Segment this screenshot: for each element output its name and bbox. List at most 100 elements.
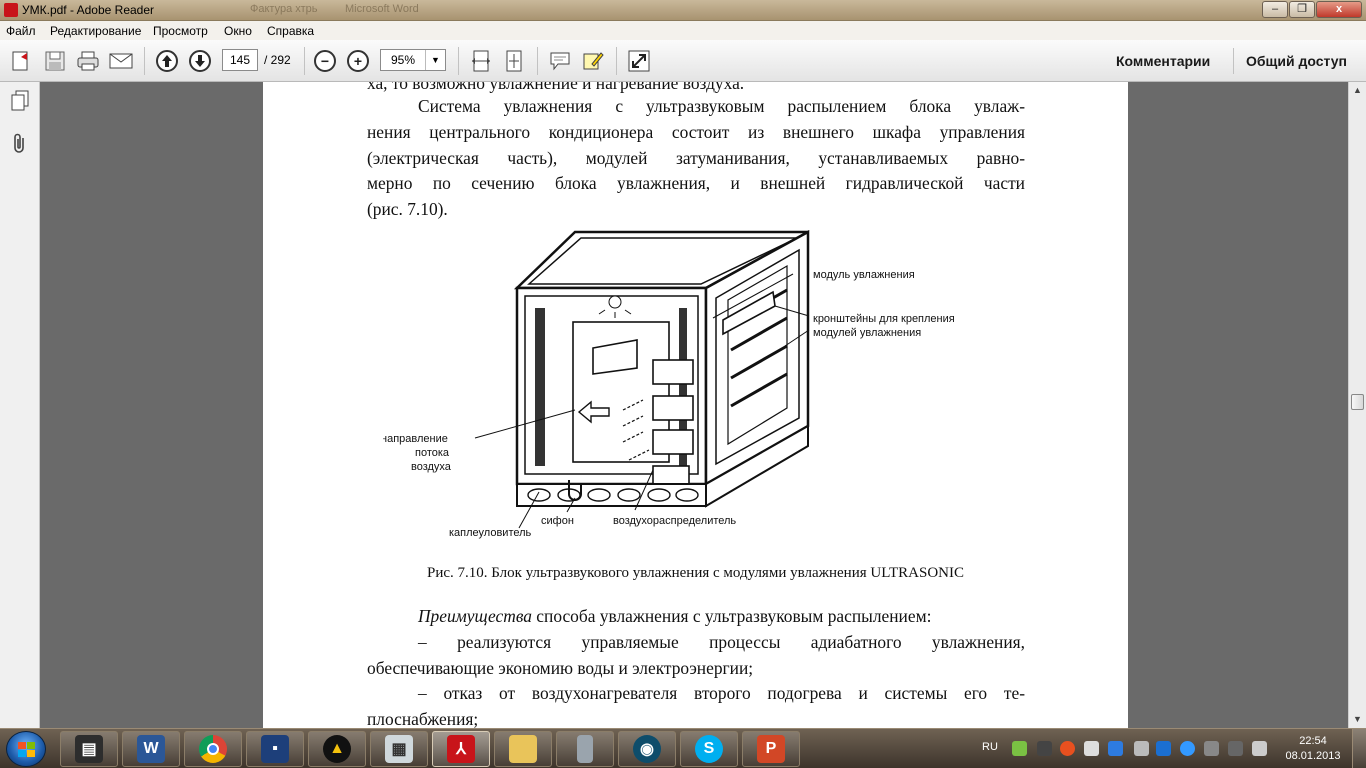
fit-page-icon[interactable] [501, 48, 527, 74]
arrow-down-icon [189, 50, 211, 72]
comments-button[interactable]: Комментарии [1116, 53, 1210, 69]
bullet-line: – отказ от воздухонагревателя второго по… [418, 683, 1025, 703]
toolbar: 145 / 292 − + 95% ▼ Комментарии Общий до… [0, 40, 1366, 82]
zoom-value: 95% [390, 53, 416, 67]
windows-logo-icon [18, 742, 35, 757]
printer-icon: ▤ [75, 735, 103, 763]
menu-help[interactable]: Справка [267, 24, 314, 38]
start-button[interactable] [6, 731, 46, 767]
taskbar-adobe-reader[interactable]: ⅄ [432, 731, 490, 767]
taskbar-word[interactable]: W [122, 731, 180, 767]
next-page-button[interactable] [187, 48, 213, 74]
label-air-flow-direction: воздуха [411, 461, 452, 473]
taskbar-calculator[interactable]: ▦ [370, 731, 428, 767]
chrome-icon [199, 735, 227, 763]
menu-edit[interactable]: Редактирование [50, 24, 141, 38]
comment-note-icon[interactable] [547, 48, 573, 74]
create-pdf-icon[interactable] [8, 48, 34, 74]
bullet-line: – реализуются управляемые процессы адиаб… [418, 632, 1025, 652]
minimize-button[interactable]: – [1262, 1, 1288, 18]
advantages-italic: Преимущества [418, 606, 532, 626]
taskbar-folder[interactable] [494, 731, 552, 767]
print-icon[interactable] [75, 48, 101, 74]
bluetooth-icon[interactable] [1180, 741, 1195, 756]
page-number-input[interactable]: 145 [222, 49, 258, 71]
show-desktop-button[interactable] [1352, 729, 1366, 768]
taskbar-phone[interactable] [556, 731, 614, 767]
share-button[interactable]: Общий доступ [1246, 53, 1347, 69]
tray-app-icon[interactable] [1084, 741, 1099, 756]
background-window-title: Microsoft Word [345, 3, 419, 15]
toolbar-separator [616, 47, 617, 75]
zoom-out-button[interactable]: − [312, 48, 338, 74]
signal-icon[interactable] [1228, 741, 1243, 756]
zoom-select[interactable]: 95% ▼ [380, 49, 446, 71]
window-title: УМК.pdf - Adobe Reader [22, 3, 155, 17]
taskbar-powerpoint[interactable]: P [742, 731, 800, 767]
maximize-button[interactable]: ❐ [1289, 1, 1315, 18]
toolbar-separator [458, 47, 459, 75]
tray-app-icon[interactable] [1037, 741, 1052, 756]
minus-icon: − [314, 50, 336, 72]
page-total: / 292 [264, 53, 291, 67]
zoom-in-button[interactable]: + [345, 48, 371, 74]
phone-icon [577, 735, 593, 763]
tray-app-icon[interactable] [1134, 741, 1149, 756]
document-area[interactable]: ха, то возможно увлажнение и нагревание … [40, 82, 1348, 728]
tray-alert-icon[interactable] [1060, 741, 1075, 756]
fullscreen-icon[interactable] [626, 48, 652, 74]
text-line: нения центрального кондиционера состоит … [367, 122, 1025, 142]
advantages-text: способа увлажнения с ультразвуковым расп… [531, 606, 932, 626]
close-button[interactable]: x [1316, 1, 1362, 18]
scroll-down-arrow-icon[interactable]: ▼ [1349, 711, 1366, 728]
previous-page-button[interactable] [154, 48, 180, 74]
page-thumbnails-icon[interactable] [9, 90, 31, 112]
vertical-scrollbar[interactable]: ▲ ▼ [1348, 82, 1366, 728]
system-clock[interactable]: 22:54 08.01.2013 [1284, 734, 1342, 764]
media-player-icon: ◉ [633, 735, 661, 763]
text-line: ха, то возможно увлажнение и нагревание … [367, 82, 745, 93]
label-brackets: модулей увлажнения [813, 327, 921, 339]
tray-app-icon[interactable] [1204, 741, 1219, 756]
email-icon[interactable] [108, 48, 134, 74]
tray-app-icon[interactable] [1012, 741, 1027, 756]
calculator-icon: ▦ [385, 735, 413, 763]
highlight-pen-icon[interactable] [580, 48, 606, 74]
adobe-reader-icon: ⅄ [447, 735, 475, 763]
menu-file[interactable]: Файл [6, 24, 36, 38]
skype-icon: S [695, 735, 723, 763]
label-brackets: кронштейны для крепления [813, 313, 955, 325]
figure-humidifier-unit: модуль увлажнения кронштейны для креплен… [383, 230, 955, 539]
title-bar: УМК.pdf - Adobe Reader Фактура хтрь Micr… [0, 0, 1366, 21]
fit-width-icon[interactable] [468, 48, 494, 74]
tray-network-icon[interactable] [1156, 741, 1171, 756]
clock-time: 22:54 [1299, 735, 1327, 747]
pdf-page: ха, то возможно увлажнение и нагревание … [263, 82, 1128, 728]
save-icon[interactable] [42, 48, 68, 74]
label-air-flow-direction: направление [383, 433, 448, 445]
adobe-reader-icon [4, 3, 18, 17]
taskbar-printer[interactable]: ▤ [60, 731, 118, 767]
word-icon: W [137, 735, 165, 763]
taskbar-skype[interactable]: S [680, 731, 738, 767]
chevron-down-icon[interactable]: ▼ [425, 50, 445, 70]
bullet-line: обеспечивающие экономию воды и электроэн… [367, 658, 754, 678]
menu-bar: Файл Редактирование Просмотр Окно Справк… [0, 21, 1366, 40]
scroll-up-arrow-icon[interactable]: ▲ [1349, 82, 1366, 99]
volume-icon[interactable] [1252, 741, 1267, 756]
toolbar-separator [537, 47, 538, 75]
attachments-paperclip-icon[interactable] [9, 133, 31, 155]
plus-icon: + [347, 50, 369, 72]
tray-app-icon[interactable] [1108, 741, 1123, 756]
clock-date: 08.01.2013 [1285, 750, 1341, 762]
taskbar-chrome[interactable] [184, 731, 242, 767]
background-window-title: Фактура хтрь [250, 3, 318, 15]
taskbar-media[interactable]: ◉ [618, 731, 676, 767]
menu-window[interactable]: Окно [224, 24, 252, 38]
taskbar-save[interactable]: ▪ [246, 731, 304, 767]
taskbar-daemon[interactable]: ▲ [308, 731, 366, 767]
scroll-thumb[interactable] [1351, 394, 1364, 410]
label-air-distributor: воздухораспределитель [613, 515, 736, 527]
language-indicator[interactable]: RU [982, 741, 998, 753]
menu-view[interactable]: Просмотр [153, 24, 208, 38]
